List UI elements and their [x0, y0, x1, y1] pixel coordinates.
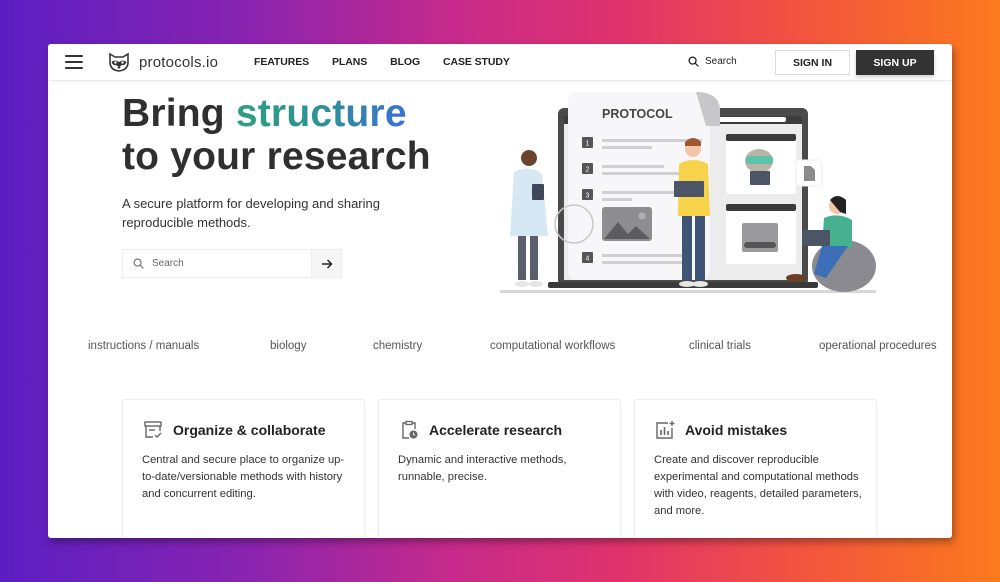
nav-plans[interactable]: PLANS	[332, 56, 367, 68]
hamburger-icon-line	[65, 67, 83, 69]
category-operational-procedures[interactable]: operational procedures	[819, 340, 937, 352]
step-number: 3	[586, 193, 590, 200]
upload-file-card	[795, 159, 823, 187]
hero-search-input[interactable]	[152, 258, 312, 269]
search-icon	[133, 258, 144, 269]
card-title: Accelerate research	[429, 422, 563, 438]
step-number: 1	[586, 141, 590, 148]
raccoon-icon	[109, 52, 129, 72]
card-description: Central and secure place to organize up-…	[142, 454, 345, 500]
browser-window: protocols.io FEATURES PLANS BLOG CASE ST…	[48, 44, 952, 538]
brand-name: protocols.io	[139, 53, 219, 71]
nav-case-study[interactable]: CASE STUDY	[443, 56, 510, 68]
category-instructions-manuals[interactable]: instructions / manuals	[88, 340, 199, 352]
card-title: Avoid mistakes	[685, 422, 788, 438]
main-nav: FEATURES PLANS BLOG CASE STUDY	[254, 56, 533, 68]
category-chemistry[interactable]: chemistry	[373, 340, 422, 352]
feature-card-accelerate: Accelerate research Dynamic and interact…	[378, 399, 621, 538]
site-header: protocols.io FEATURES PLANS BLOG CASE ST…	[48, 44, 952, 81]
card-description: Create and discover reproducible experim…	[654, 454, 862, 517]
step-number: 4	[586, 256, 590, 263]
clipboard-clock-icon	[402, 420, 418, 439]
header-search-label: Search	[705, 56, 737, 67]
search-icon	[688, 56, 699, 67]
hero-title: Bring structure to your research	[122, 92, 431, 178]
hamburger-menu-button[interactable]	[65, 55, 83, 69]
arrow-right-icon	[321, 258, 333, 269]
card-description: Dynamic and interactive methods, runnabl…	[398, 454, 567, 483]
floor-line	[500, 290, 876, 293]
category-biology[interactable]: biology	[270, 340, 306, 352]
feature-card-organize: Organize & collaborate Central and secur…	[122, 399, 365, 538]
scientist-figure	[510, 150, 548, 287]
hero-subtitle: A secure platform for developing and sha…	[122, 196, 380, 230]
sign-up-button[interactable]: SIGN UP	[856, 50, 934, 75]
hero-title-accent: structure	[235, 92, 407, 135]
feature-card-avoid-mistakes: Avoid mistakes Create and discover repro…	[634, 399, 877, 538]
organize-icon	[144, 421, 162, 438]
step-number: 2	[586, 167, 590, 174]
hamburger-icon-line	[65, 61, 83, 63]
protocol-heading: PROTOCOL	[602, 107, 673, 121]
hero-illustration: PROTOCOL 1 2 3 4	[500, 92, 876, 293]
chart-plus-icon	[656, 421, 675, 439]
category-list: instructions / manuals biology chemistry…	[88, 340, 948, 360]
nav-features[interactable]: FEATURES	[254, 56, 309, 68]
nav-blog[interactable]: BLOG	[390, 56, 420, 68]
folder-window	[726, 204, 796, 264]
hero-search-submit-button[interactable]	[311, 249, 342, 278]
sign-in-button[interactable]: SIGN IN	[775, 50, 850, 75]
category-computational-workflows[interactable]: computational workflows	[490, 340, 615, 352]
header-search-button[interactable]: Search	[688, 56, 737, 67]
category-clinical-trials[interactable]: clinical trials	[689, 340, 751, 352]
hamburger-icon-line	[65, 55, 83, 57]
logo-link[interactable]: protocols.io	[108, 51, 218, 73]
raccoon-window	[726, 134, 796, 194]
hero-search-box	[122, 249, 342, 278]
hero-title-line2: to your research	[122, 135, 431, 178]
hero-title-prefix: Bring	[122, 92, 236, 135]
card-title: Organize & collaborate	[173, 422, 326, 438]
